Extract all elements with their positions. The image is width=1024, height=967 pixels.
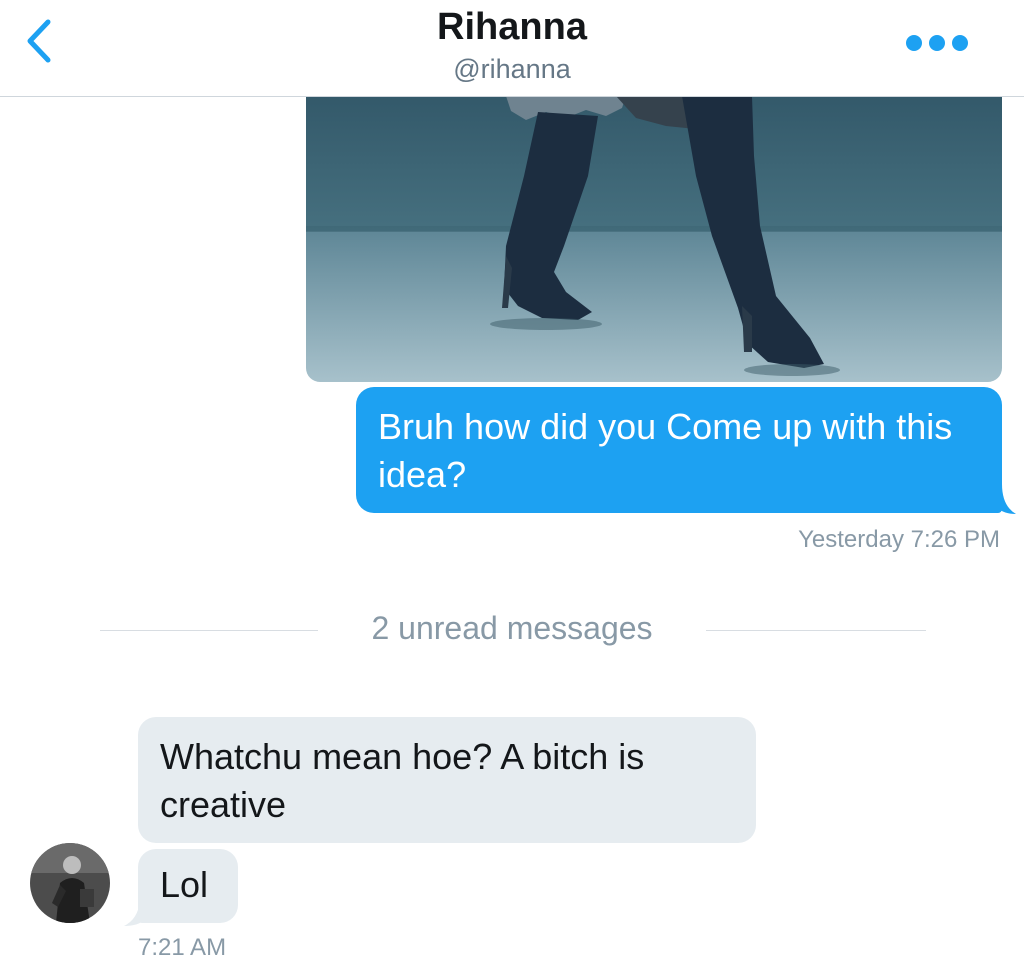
more-dots-icon [906, 35, 968, 51]
shared-photo[interactable] [306, 96, 1002, 382]
incoming-message-bubble[interactable]: Lol [138, 849, 238, 923]
incoming-timestamp: 7:21 AM [138, 934, 227, 961]
conversation-handle: @rihanna [453, 54, 571, 84]
unread-messages-divider: 2 unread messages [371, 610, 653, 646]
incoming-message-bubble[interactable]: Whatchu mean hoe? A bitch is creative [138, 717, 756, 843]
boots-photo-image [306, 96, 1002, 382]
more-options-button[interactable] [902, 30, 972, 56]
conversation-header: Rihanna @rihanna [0, 0, 1024, 97]
outgoing-message-bubble[interactable]: Bruh how did you Come up with this idea? [356, 387, 1002, 513]
avatar[interactable] [30, 843, 110, 923]
conversation-title: Rihanna [437, 6, 587, 48]
outgoing-bubble-tail [996, 484, 1016, 514]
avatar-image [30, 843, 110, 923]
outgoing-timestamp: Yesterday 7:26 PM [798, 526, 1000, 553]
incoming-bubble-tail [124, 896, 146, 926]
